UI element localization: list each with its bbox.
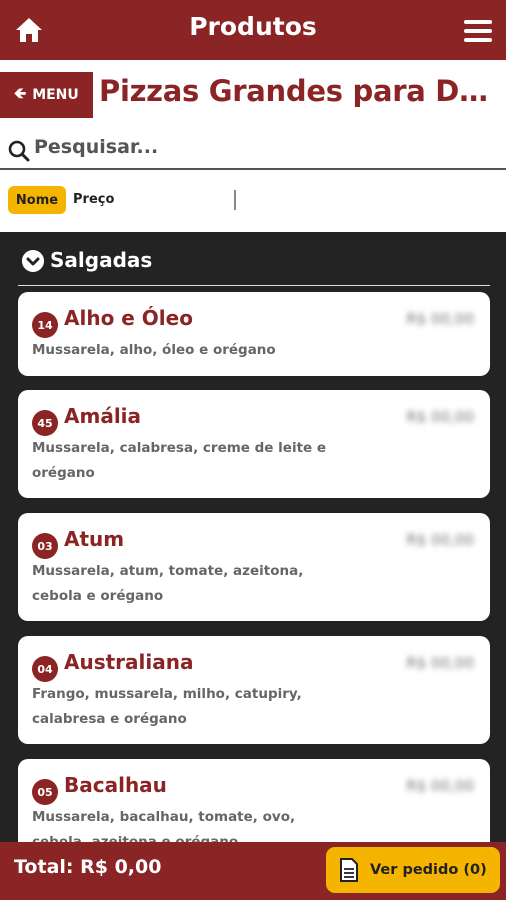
chevron-down-icon xyxy=(22,250,44,272)
product-description: Mussarela, alho, óleo e orégano xyxy=(32,342,276,358)
search-input[interactable]: Pesquisar... xyxy=(34,136,158,158)
product-number: 14 xyxy=(32,312,58,338)
sort-by-price-button[interactable]: Preço xyxy=(73,192,114,207)
category-header: 🡸 MENU Pizzas Grandes para Delivery xyxy=(0,60,506,128)
product-name: Australiana xyxy=(64,650,194,674)
category-title: Pizzas Grandes para Delivery xyxy=(99,74,504,108)
view-order-label: Ver pedido (0) xyxy=(370,862,487,878)
product-description: Mussarela, atum, tomate, azeitona, cebol… xyxy=(32,563,304,604)
order-total: Total: R$ 0,00 xyxy=(14,856,162,878)
product-name: Alho e Óleo xyxy=(64,306,193,330)
cart-bar: Total: R$ 0,00 Ver pedido (0) xyxy=(0,842,506,900)
divider xyxy=(234,190,236,210)
product-card[interactable]: 45 Amália R$ 00,00 Mussarela, calabresa,… xyxy=(18,390,490,498)
product-name: Amália xyxy=(64,404,142,428)
product-name: Atum xyxy=(64,527,125,551)
product-price: R$ 00,00 xyxy=(406,654,474,672)
product-list: Salgadas 14 Alho e Óleo R$ 00,00 Mussare… xyxy=(0,232,506,842)
product-price: R$ 00,00 xyxy=(406,531,474,549)
product-card[interactable]: 03 Atum R$ 00,00 Mussarela, atum, tomate… xyxy=(18,513,490,621)
product-price: R$ 00,00 xyxy=(406,777,474,795)
product-description: Frango, mussarela, milho, catupiry, cala… xyxy=(32,686,302,727)
product-number: 45 xyxy=(32,410,58,436)
section-title: Salgadas xyxy=(50,248,153,272)
top-bar: Produtos xyxy=(0,0,506,60)
search-bar[interactable]: Pesquisar... xyxy=(0,128,506,170)
product-card[interactable]: 14 Alho e Óleo R$ 00,00 Mussarela, alho,… xyxy=(18,292,490,376)
hamburger-icon[interactable] xyxy=(464,20,492,42)
product-card[interactable]: 04 Australiana R$ 00,00 Frango, mussarel… xyxy=(18,636,490,744)
product-number: 04 xyxy=(32,656,58,682)
search-icon xyxy=(8,140,30,162)
product-card[interactable]: 05 Bacalhau R$ 00,00 Mussarela, bacalhau… xyxy=(18,759,490,842)
product-name: Bacalhau xyxy=(64,773,167,797)
arrow-left-icon: 🡸 xyxy=(14,83,27,102)
document-icon xyxy=(340,858,358,882)
product-description: Mussarela, bacalhau, tomate, ovo, cebola… xyxy=(32,809,296,842)
product-number: 03 xyxy=(32,533,58,559)
product-price: R$ 00,00 xyxy=(406,408,474,426)
view-order-button[interactable]: Ver pedido (0) xyxy=(326,847,500,893)
sort-by-name-button[interactable]: Nome xyxy=(8,186,66,214)
page-title: Produtos xyxy=(189,12,317,41)
product-price: R$ 00,00 xyxy=(406,310,474,328)
back-to-menu-button[interactable]: 🡸 MENU xyxy=(0,72,93,118)
product-number: 05 xyxy=(32,779,58,805)
sort-options: Nome Preço xyxy=(0,172,506,232)
section-header-salgadas[interactable]: Salgadas xyxy=(18,248,490,286)
product-description: Mussarela, calabresa, creme de leite e o… xyxy=(32,440,327,481)
back-to-menu-label: MENU xyxy=(32,87,79,103)
